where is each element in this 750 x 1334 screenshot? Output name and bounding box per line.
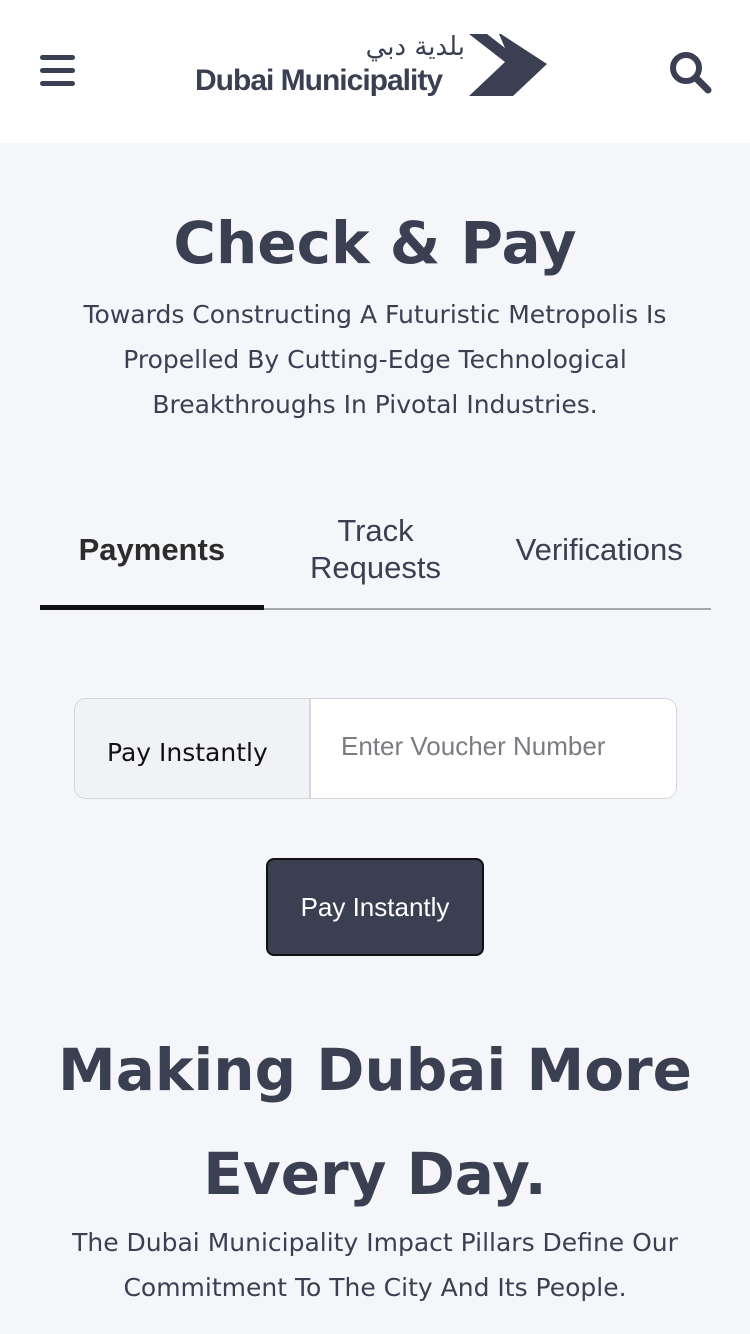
section-title: Making Dubai More Every Day. xyxy=(58,1036,692,1208)
tab-label: Payments xyxy=(78,531,226,567)
tab-label: Verifications xyxy=(515,531,683,567)
tab-verifications[interactable]: Verifications xyxy=(487,490,711,608)
tab-label: Track Requests xyxy=(310,513,441,585)
page-subtitle: Towards Constructing A Futuristic Metrop… xyxy=(83,300,667,419)
pay-instantly-button[interactable]: Pay Instantly xyxy=(266,858,484,956)
voucher-label: Pay Instantly xyxy=(75,699,311,798)
tab-track-requests[interactable]: Track Requests xyxy=(264,490,488,608)
dubai-municipality-logo[interactable]: بلدية دبي Dubai Municipality xyxy=(195,30,550,100)
page-title: Check & Pay xyxy=(173,209,577,277)
search-icon[interactable] xyxy=(668,50,712,94)
hamburger-menu-icon[interactable] xyxy=(40,55,75,87)
site-header: بلدية دبي Dubai Municipality xyxy=(0,0,750,143)
section-subtitle: The Dubai Municipality Impact Pillars De… xyxy=(72,1228,678,1302)
logo-arabic-text: بلدية دبي xyxy=(365,32,465,62)
voucher-number-input[interactable] xyxy=(311,699,676,798)
logo-english-text: Dubai Municipality xyxy=(195,64,443,97)
voucher-label-text: Pay Instantly xyxy=(107,738,268,767)
service-tabs: Payments Track Requests Verifications xyxy=(40,490,711,610)
voucher-input-group: Pay Instantly xyxy=(74,698,677,799)
logo-mark-icon xyxy=(469,34,547,96)
tab-payments[interactable]: Payments xyxy=(40,490,264,610)
